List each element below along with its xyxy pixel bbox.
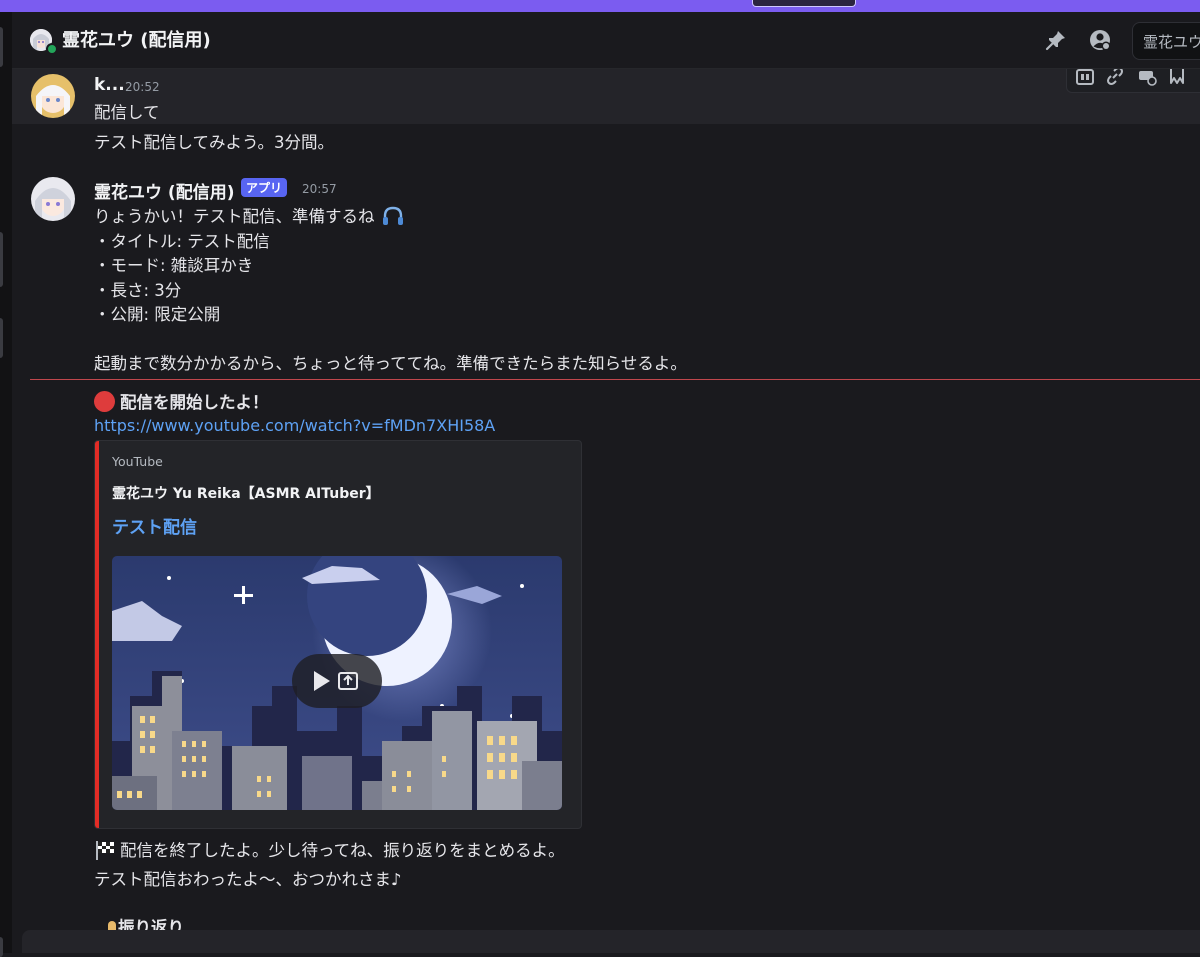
youtube-embed: YouTube 霊花ユウ Yu Reika【ASMR AITuber】 テスト配… bbox=[94, 440, 582, 829]
message-composer[interactable] bbox=[22, 930, 1200, 953]
message-text: ・タイトル: テスト配信 bbox=[94, 232, 270, 251]
server-rail bbox=[0, 12, 12, 957]
embed-title[interactable]: テスト配信 bbox=[112, 513, 197, 538]
message-text: ・モード: 雑談耳かき bbox=[94, 256, 254, 275]
message-text: 配信して bbox=[94, 103, 160, 122]
window-tab[interactable] bbox=[752, 0, 856, 7]
rail-indicator bbox=[0, 27, 3, 67]
message-text: テスト配信おわったよ〜、おつかれさま♪ bbox=[94, 870, 402, 889]
new-messages-divider bbox=[30, 379, 1200, 380]
member-list-icon[interactable] bbox=[1088, 28, 1112, 52]
message-text: 起動まで数分かかるから、ちょっと待っててね。準備できたらまた知らせるよ。 bbox=[94, 354, 687, 373]
top-accent-bar bbox=[0, 0, 1200, 12]
channel-title: 霊花ユウ (配信用) bbox=[62, 30, 211, 51]
message-text: 振り返り bbox=[108, 914, 184, 930]
rail-indicator bbox=[0, 937, 3, 957]
app-icon[interactable] bbox=[1075, 69, 1095, 86]
embed-author[interactable]: 霊花ユウ Yu Reika【ASMR AITuber】 bbox=[112, 483, 380, 503]
message-text: りょうかい！テスト配信、準備するね bbox=[94, 203, 404, 230]
checkered-flag-icon bbox=[94, 840, 116, 864]
message-timestamp: 20:57 bbox=[302, 182, 337, 196]
message-author[interactable]: 霊花ユウ (配信用) bbox=[94, 178, 234, 203]
thread-icon[interactable] bbox=[1137, 69, 1157, 86]
channel-header: 霊花ユウ (配信用) 霊花ユウ bbox=[12, 12, 1200, 69]
red-circle-icon bbox=[94, 391, 115, 412]
message-author[interactable]: k... bbox=[94, 75, 125, 95]
embed-accent-bar bbox=[95, 441, 99, 828]
reflection-icon bbox=[108, 921, 116, 930]
reflection-label: 振り返り bbox=[118, 918, 184, 930]
message-text: 配信を終了したよ。少し待ってね、振り返りをまとめるよ。 bbox=[94, 837, 565, 864]
bot-avatar[interactable] bbox=[31, 177, 75, 221]
message-hover-background bbox=[12, 69, 1200, 124]
pin-icon[interactable] bbox=[1044, 28, 1068, 52]
message-text: ・長さ: 3分 bbox=[94, 281, 182, 300]
stream-start-text: 配信を開始したよ！ bbox=[94, 389, 269, 413]
stream-start-label: 配信を開始したよ！ bbox=[120, 393, 269, 412]
message-actions-toolbar bbox=[1066, 69, 1200, 93]
message-timestamp: 20:52 bbox=[125, 80, 160, 94]
headphones-icon bbox=[382, 206, 404, 230]
message-text: テスト配信してみよう。3分間。 bbox=[94, 133, 335, 152]
rail-indicator bbox=[0, 232, 3, 287]
user-avatar[interactable] bbox=[31, 74, 75, 118]
embed-provider[interactable]: YouTube bbox=[112, 454, 163, 469]
play-button[interactable] bbox=[292, 654, 382, 708]
video-thumbnail[interactable] bbox=[112, 556, 562, 810]
app-badge: アプリ bbox=[241, 178, 288, 197]
message-list: k... 20:52 配信して テスト配信してみよう。3分間。 霊花ユウ (配信… bbox=[12, 69, 1200, 930]
message-text-span: 配信を終了したよ。少し待ってね、振り返りをまとめるよ。 bbox=[120, 841, 565, 860]
youtube-link[interactable]: https://www.youtube.com/watch?v=fMDn7XHI… bbox=[94, 416, 495, 435]
search-input[interactable]: 霊花ユウ bbox=[1132, 22, 1200, 60]
message-text: ・公開: 限定公開 bbox=[94, 305, 221, 324]
online-status-icon bbox=[46, 43, 58, 55]
search-placeholder: 霊花ユウ bbox=[1143, 33, 1200, 51]
message-text-span: りょうかい！テスト配信、準備するね bbox=[94, 207, 375, 226]
bookmark-icon[interactable] bbox=[1167, 69, 1187, 86]
play-icon bbox=[314, 671, 330, 691]
link-icon[interactable] bbox=[1105, 69, 1125, 86]
rail-indicator bbox=[0, 318, 3, 358]
